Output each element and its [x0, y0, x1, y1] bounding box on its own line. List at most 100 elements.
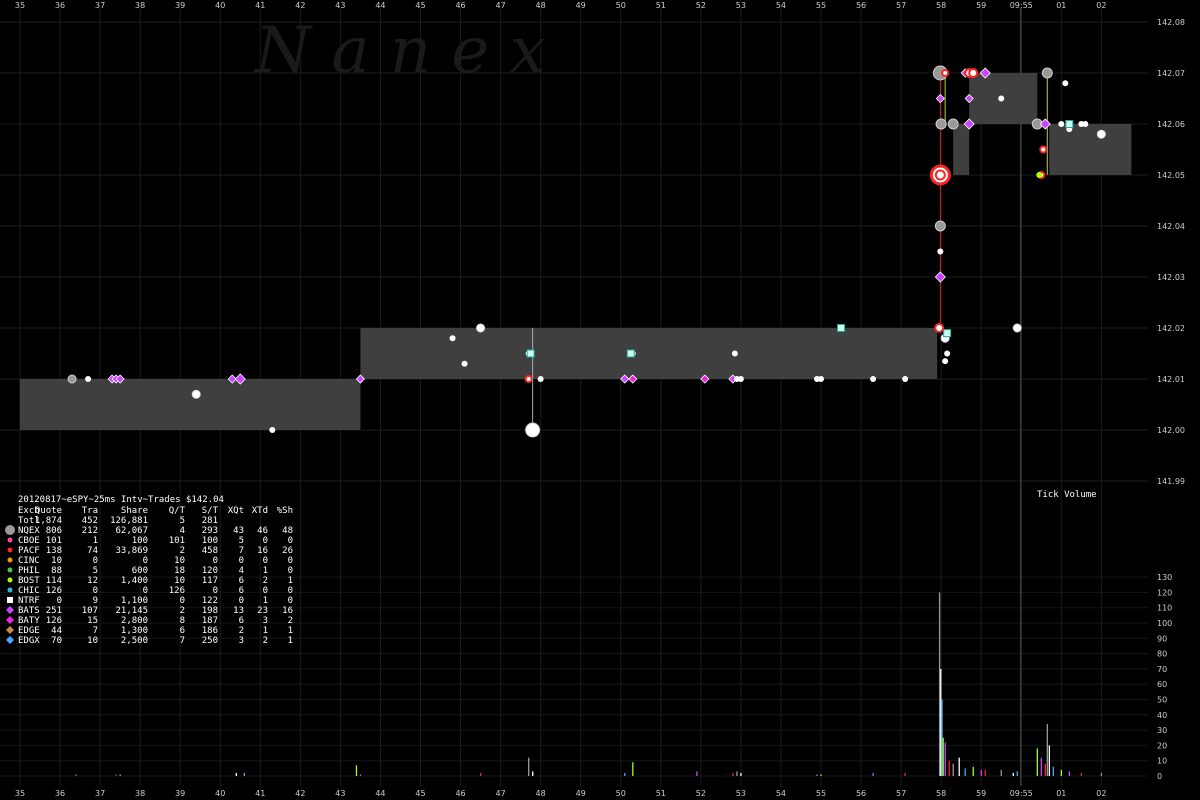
table-total-cell: 452	[82, 516, 98, 526]
table-header: %Sh	[277, 506, 293, 516]
table-cell: 0	[239, 556, 244, 566]
table-cell: 0	[239, 596, 244, 606]
trade-marker	[269, 427, 276, 433]
table-cell: 1	[263, 626, 268, 636]
x-tick-top: 38	[135, 1, 145, 10]
table-cell: 2	[288, 616, 293, 626]
table-cell: 107	[82, 606, 98, 616]
volume-bar	[972, 766, 974, 776]
table-cell: 5	[239, 536, 244, 546]
table-header: S/T	[202, 506, 219, 516]
table-cell: 12	[87, 576, 98, 586]
table-cell: 1	[93, 536, 98, 546]
exchange-dot-icon	[7, 567, 13, 573]
trade-marker	[191, 389, 201, 399]
y-tick-price: 142.03	[1157, 273, 1185, 282]
table-header: Q/T	[169, 506, 186, 516]
trade-marker	[476, 323, 486, 333]
table-cell: 120	[202, 566, 218, 576]
x-tick-bottom: 54	[776, 789, 786, 798]
volume-bar	[904, 772, 906, 776]
x-tick-top: 46	[455, 1, 465, 10]
x-tick-top: 51	[656, 1, 666, 10]
x-tick-bottom: 46	[455, 789, 465, 798]
y-tick-volume: 70	[1157, 665, 1167, 674]
nbbo-band	[20, 379, 361, 430]
trade-marker	[1096, 129, 1106, 139]
x-tick-top: 01	[1056, 1, 1066, 10]
ntrf-square-marker	[526, 349, 535, 358]
volume-bar	[1040, 757, 1042, 776]
volume-bar	[355, 765, 358, 776]
table-cell: 1	[263, 566, 268, 576]
volume-bar	[938, 592, 941, 776]
exchange-dot-icon	[7, 547, 13, 553]
x-tick-top: 35	[15, 1, 25, 10]
volume-bar	[1100, 772, 1103, 776]
y-tick-price: 142.02	[1157, 324, 1185, 333]
volume-bar	[1080, 772, 1083, 776]
table-header: Tra	[82, 506, 98, 516]
table-total-cell: 126,881	[110, 516, 148, 526]
volume-bar	[820, 774, 822, 776]
table-cell: 250	[202, 636, 218, 646]
trade-marker	[1039, 145, 1048, 154]
table-cell: CHIC	[18, 586, 40, 596]
table-cell: 100	[132, 536, 148, 546]
x-tick-bottom: 52	[696, 789, 706, 798]
table-cell: NTRF	[18, 596, 40, 606]
table-cell: 114	[46, 576, 62, 586]
table-cell: 18	[174, 566, 185, 576]
trade-marker	[937, 248, 944, 255]
table-header: Share	[121, 506, 148, 516]
table-cell: EDGX	[18, 636, 40, 646]
x-tick-top: 49	[576, 1, 586, 10]
x-tick-top: 02	[1096, 1, 1106, 10]
x-tick-bottom: 56	[856, 789, 866, 798]
volume-bar	[1036, 748, 1038, 776]
table-cell: 126	[46, 586, 62, 596]
table-cell: 126	[169, 586, 185, 596]
table-cell: 6	[239, 616, 244, 626]
table-cell: 186	[202, 626, 218, 636]
nbbo-bands	[20, 73, 1132, 430]
trade-marker	[449, 335, 456, 342]
x-tick-top: 45	[415, 1, 425, 10]
table-total-cell: 5	[180, 516, 185, 526]
table-cell: 0	[213, 586, 218, 596]
volume-bar	[1046, 723, 1048, 776]
table-cell: BATS	[18, 606, 40, 616]
trade-marker	[1039, 118, 1051, 130]
table-cell: 0	[288, 536, 293, 546]
trade-marker	[934, 220, 946, 232]
table-cell: 1,100	[121, 596, 148, 606]
volume-bar	[479, 772, 482, 776]
table-cell: 2	[239, 626, 244, 636]
table-cell: 88	[51, 566, 62, 576]
trade-marker	[737, 376, 744, 382]
table-cell: 806	[46, 526, 62, 536]
table-cell: 100	[202, 536, 218, 546]
x-tick-bottom: 40	[215, 789, 225, 798]
volume-bar	[115, 774, 117, 776]
x-tick-bottom: 53	[736, 789, 746, 798]
table-cell: CBOE	[18, 536, 40, 546]
x-tick-top: 57	[896, 1, 906, 10]
x-tick-bottom: 48	[536, 789, 546, 798]
table-cell: 1,400	[121, 576, 148, 586]
y-tick-volume: 20	[1157, 741, 1167, 750]
table-cell: 2,500	[121, 636, 148, 646]
volume-bar	[964, 768, 966, 776]
table-cell: 600	[132, 566, 148, 576]
y-tick-price: 142.08	[1157, 18, 1185, 27]
volume-bar	[940, 668, 942, 776]
volume-bar	[532, 771, 534, 776]
table-cell: 0	[143, 586, 148, 596]
y-tick-volume: 60	[1157, 680, 1167, 689]
x-tick-top: 40	[215, 1, 225, 10]
table-cell: 7	[180, 636, 185, 646]
y-tick-volume: 30	[1157, 726, 1167, 735]
table-cell: 101	[46, 536, 62, 546]
volume-bar	[1044, 763, 1046, 776]
x-tick-top: 44	[375, 1, 385, 10]
